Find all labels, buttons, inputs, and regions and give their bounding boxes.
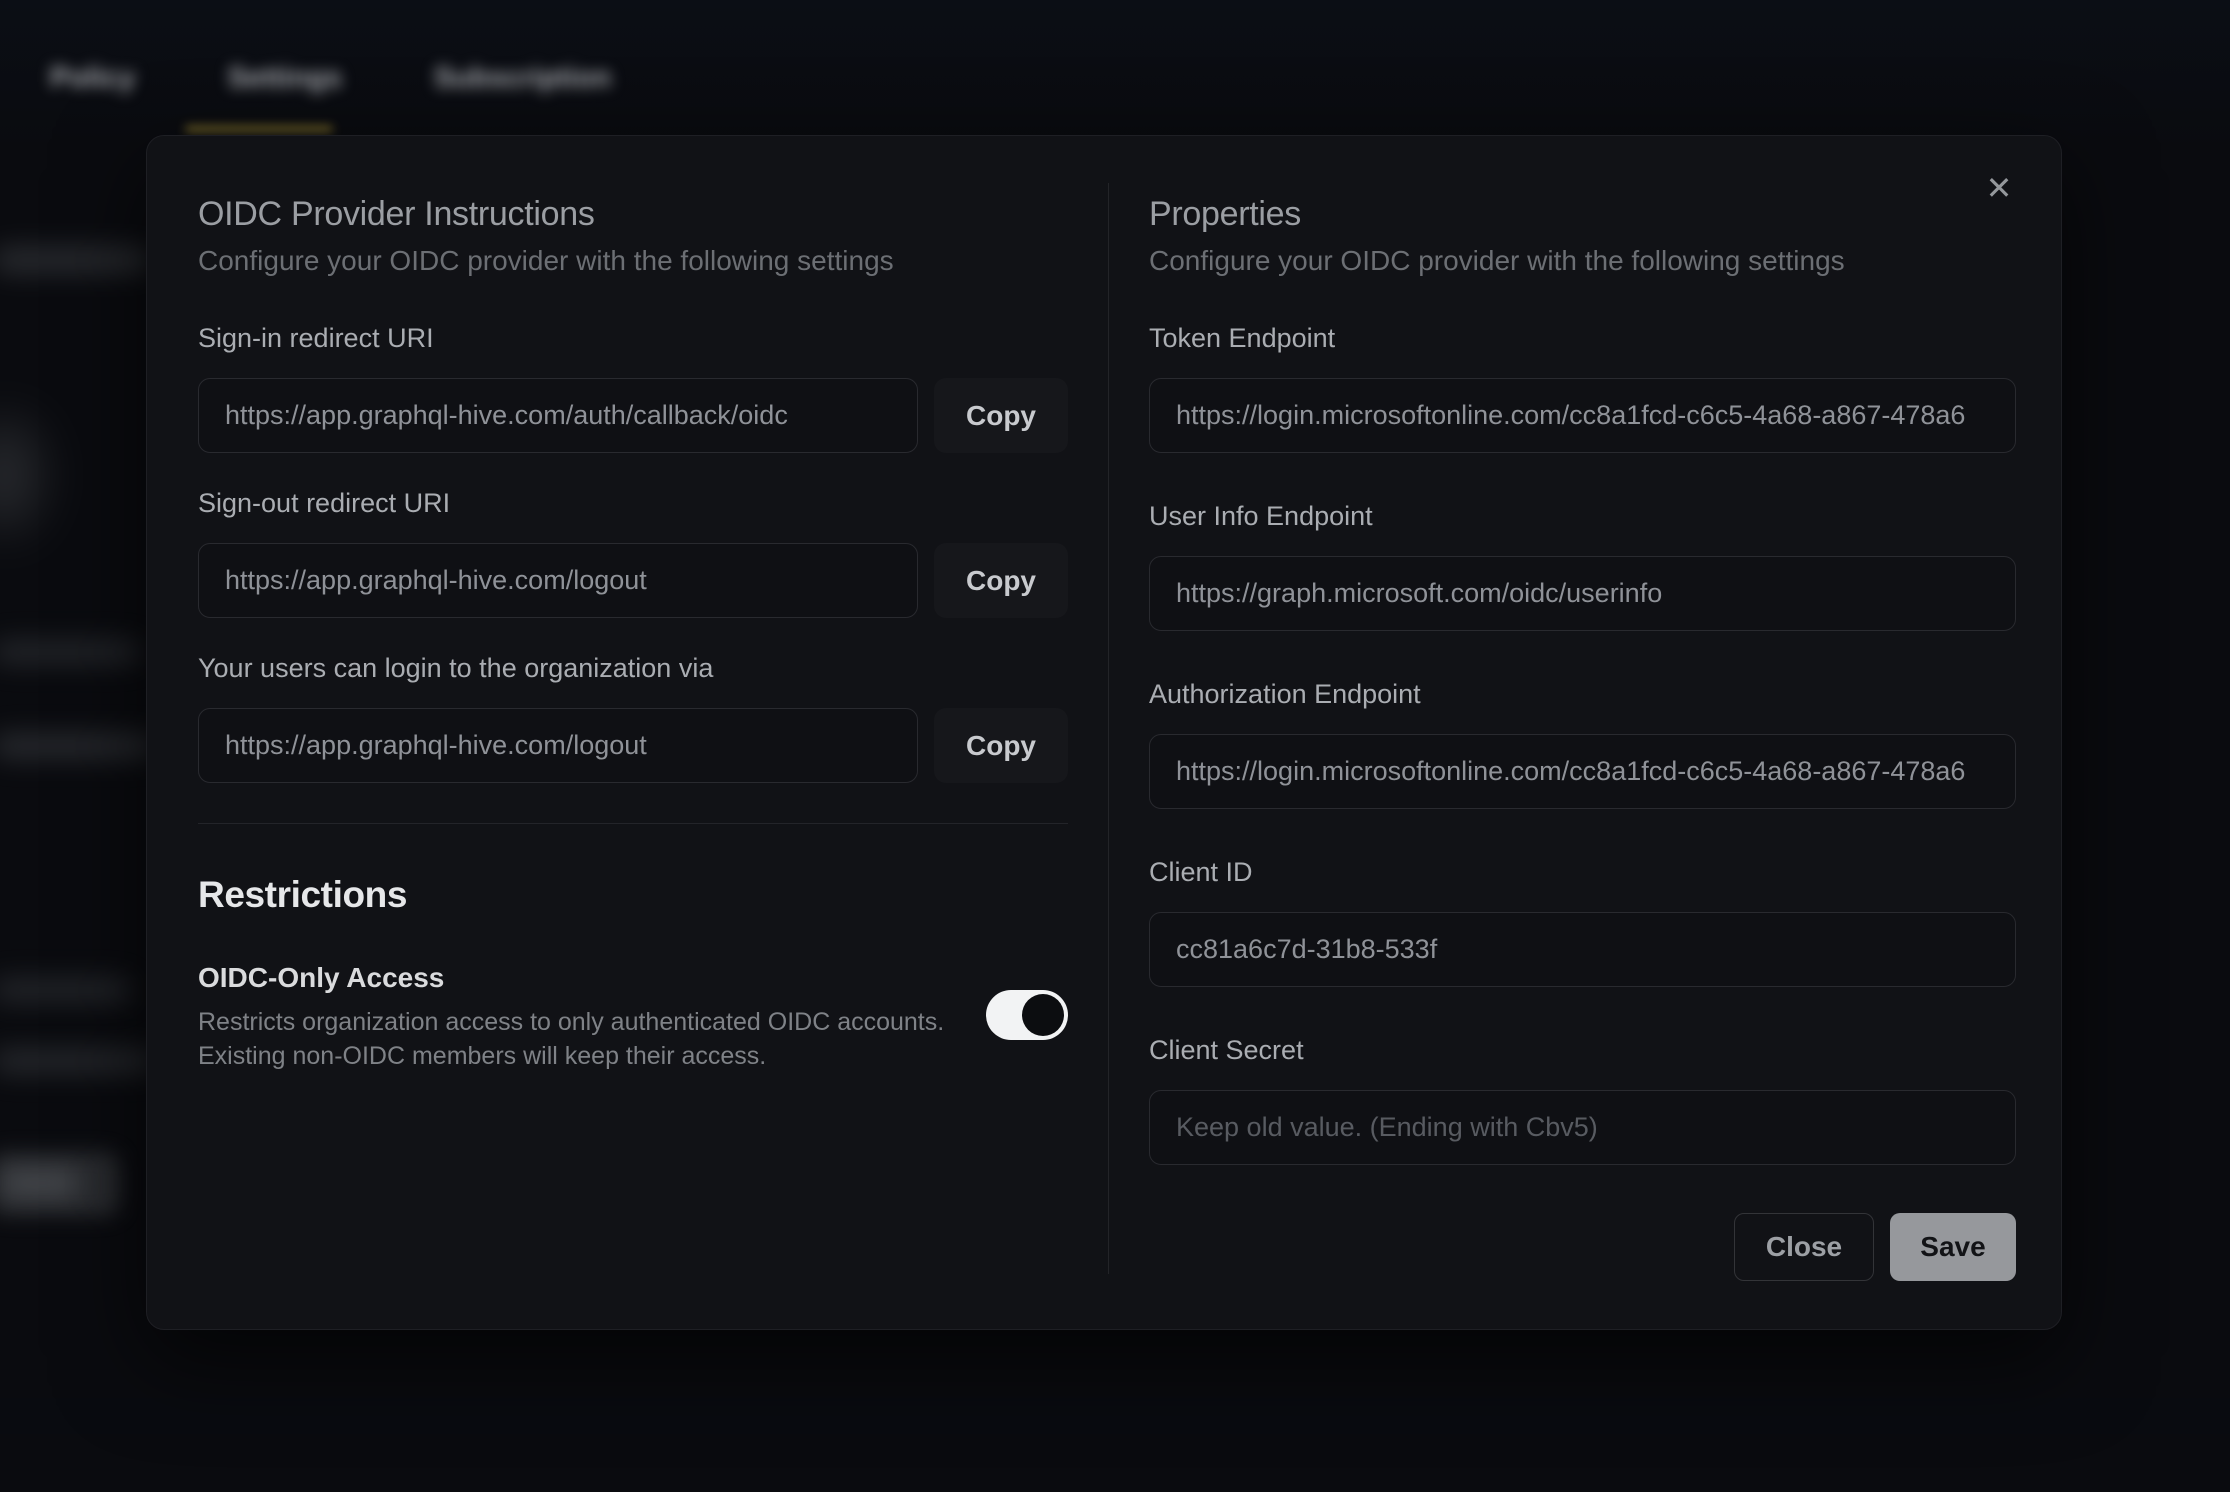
oidc-only-access-text: OIDC-Only Access Restricts organization … <box>198 962 944 1073</box>
login-via-input[interactable] <box>198 708 918 783</box>
sign-in-redirect-input[interactable] <box>198 378 918 453</box>
toggle-knob <box>1022 994 1064 1036</box>
background-text-blob <box>0 1048 157 1074</box>
oidc-only-access-toggle[interactable] <box>986 990 1068 1040</box>
token-endpoint-label: Token Endpoint <box>1149 322 2016 354</box>
authorization-endpoint-input[interactable] <box>1149 734 2016 809</box>
background-text-blob <box>0 246 152 274</box>
client-id-field: Client ID <box>1149 856 2016 987</box>
background-button-label-blob <box>0 1172 80 1194</box>
user-info-endpoint-input[interactable] <box>1149 556 2016 631</box>
client-id-input[interactable] <box>1149 912 2016 987</box>
background-tab-bar: Policy Settings Subscription <box>50 62 611 95</box>
sign-out-redirect-label: Sign-out redirect URI <box>198 487 1068 519</box>
oidc-only-access-row: OIDC-Only Access Restricts organization … <box>198 962 1068 1073</box>
oidc-instructions-title: OIDC Provider Instructions <box>198 194 1068 234</box>
oidc-instructions-subtitle: Configure your OIDC provider with the fo… <box>198 244 1068 278</box>
properties-column: Properties Configure your OIDC provider … <box>1149 194 2016 1281</box>
background-text-blob <box>0 733 157 759</box>
user-info-endpoint-label: User Info Endpoint <box>1149 500 2016 532</box>
client-secret-field: Client Secret <box>1149 1034 2016 1165</box>
tab-policy: Policy <box>50 62 135 95</box>
sign-in-redirect-label: Sign-in redirect URI <box>198 322 1068 354</box>
token-endpoint-input[interactable] <box>1149 378 2016 453</box>
save-button[interactable]: Save <box>1890 1213 2016 1281</box>
modal-footer: Close Save <box>1149 1213 2016 1281</box>
login-via-label: Your users can login to the organization… <box>198 652 1068 684</box>
active-tab-underline <box>185 126 333 132</box>
restrictions-divider <box>198 823 1068 824</box>
login-via-field: Your users can login to the organization… <box>198 652 1068 783</box>
sign-out-redirect-field: Sign-out redirect URI Copy <box>198 487 1068 618</box>
tab-settings: Settings <box>227 62 341 95</box>
column-divider <box>1108 183 1109 1274</box>
properties-title: Properties <box>1149 194 2016 234</box>
sign-in-redirect-field: Sign-in redirect URI Copy <box>198 322 1068 453</box>
background-text-blob <box>0 978 132 1002</box>
close-button[interactable]: Close <box>1734 1213 1874 1281</box>
client-secret-input[interactable] <box>1149 1090 2016 1165</box>
page-bottom-band <box>0 1398 2230 1434</box>
tab-subscription: Subscription <box>434 62 611 95</box>
copy-login-via-button[interactable]: Copy <box>934 708 1068 783</box>
sign-out-redirect-input[interactable] <box>198 543 918 618</box>
authorization-endpoint-label: Authorization Endpoint <box>1149 678 2016 710</box>
properties-subtitle: Configure your OIDC provider with the fo… <box>1149 244 2016 278</box>
copy-sign-in-button[interactable]: Copy <box>934 378 1068 453</box>
oidc-only-access-label: OIDC-Only Access <box>198 962 944 994</box>
client-secret-label: Client Secret <box>1149 1034 2016 1066</box>
client-id-label: Client ID <box>1149 856 2016 888</box>
oidc-settings-modal: ✕ OIDC Provider Instructions Configure y… <box>146 135 2062 1330</box>
restrictions-title: Restrictions <box>198 874 1068 916</box>
background-text-blob <box>0 640 142 664</box>
authorization-endpoint-field: Authorization Endpoint <box>1149 678 2016 809</box>
background-glow-blob <box>0 420 40 530</box>
oidc-only-access-description: Restricts organization access to only au… <box>198 1005 944 1073</box>
oidc-instructions-column: OIDC Provider Instructions Configure you… <box>198 194 1068 1073</box>
token-endpoint-field: Token Endpoint <box>1149 322 2016 453</box>
copy-sign-out-button[interactable]: Copy <box>934 543 1068 618</box>
user-info-endpoint-field: User Info Endpoint <box>1149 500 2016 631</box>
